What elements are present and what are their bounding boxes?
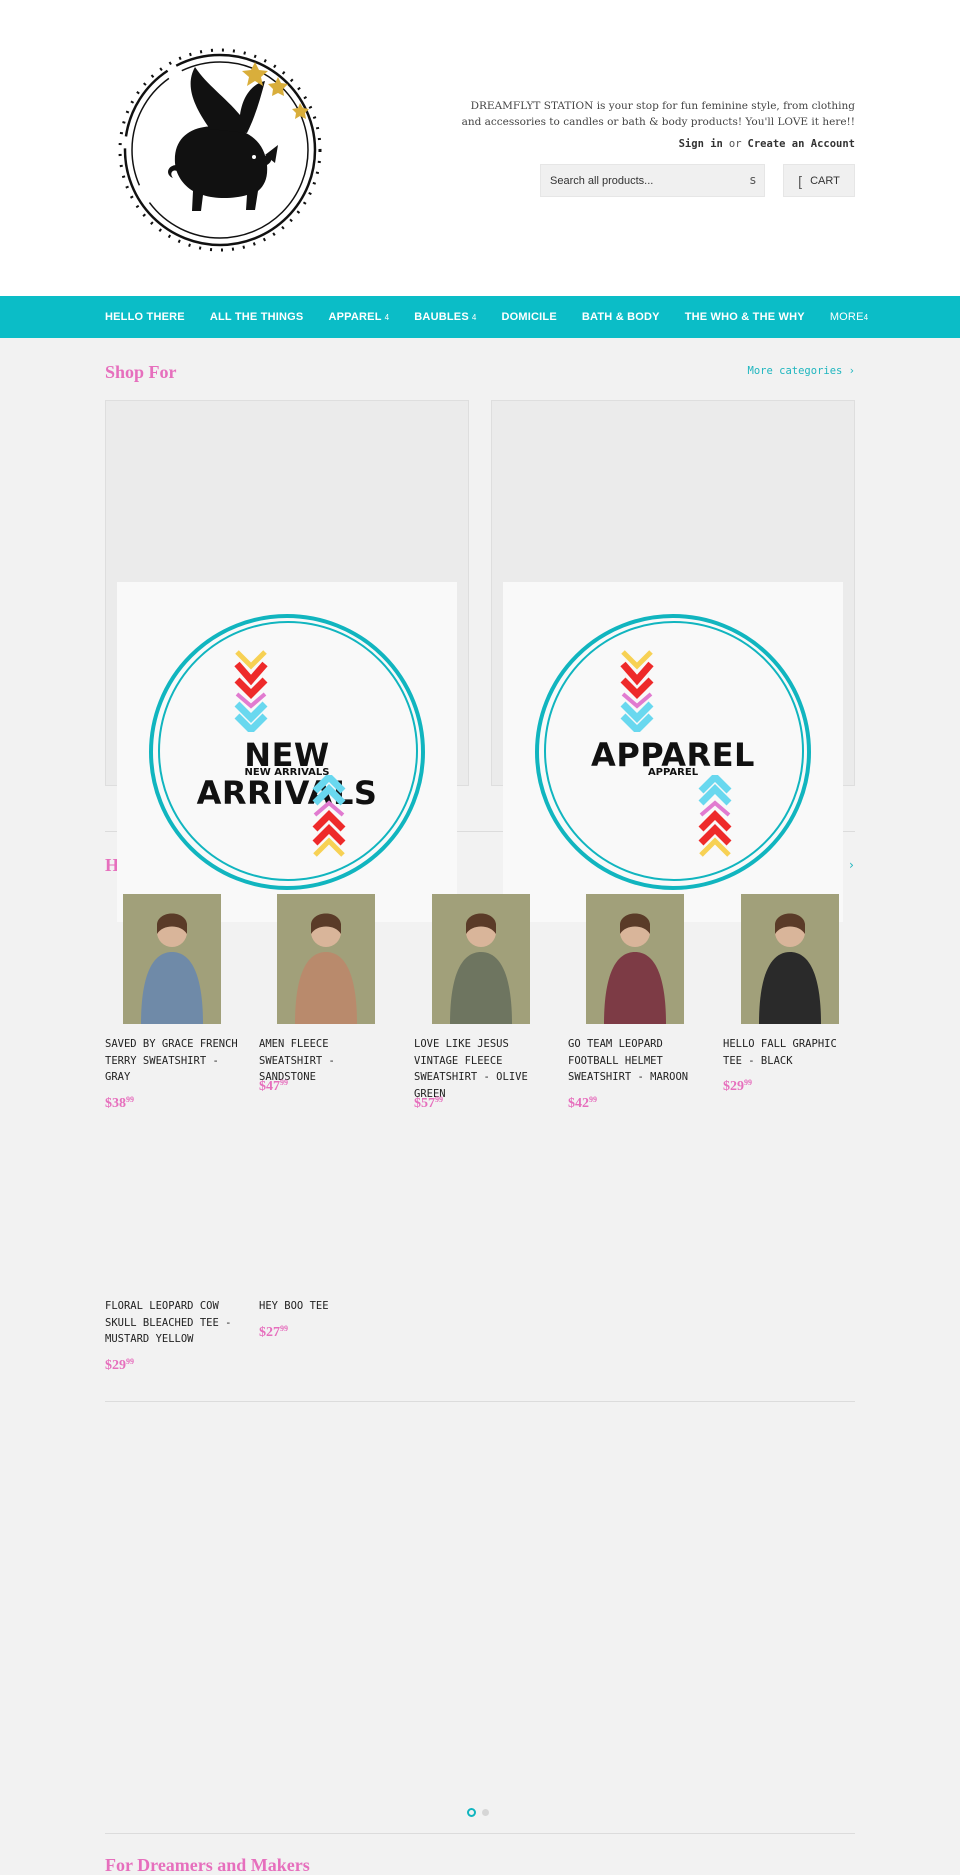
price-cents: 99	[744, 1078, 752, 1087]
price-cents: 99	[280, 1078, 288, 1087]
or-text: or	[728, 138, 742, 150]
category-image-new-arrivals[interactable]: NEW ARRIVALS NEW ARRIVALS	[117, 582, 457, 922]
product-image[interactable]	[741, 894, 839, 1024]
product-price: $5799	[414, 1094, 443, 1112]
product-card[interactable]: SAVED BY GRACE FRENCH TERRY SWEATSHIRT -…	[105, 894, 240, 1111]
price-dollars: $27	[259, 1324, 280, 1340]
dropdown-arrow-icon: 4	[471, 313, 477, 322]
chevron-arrows-icon	[234, 650, 268, 732]
carousel-dot[interactable]	[482, 1809, 489, 1816]
price-dollars: $38	[105, 1095, 126, 1111]
main-nav: HELLO THERE ALL THE THINGS APPAREL 4 BAUBLES…	[0, 296, 960, 338]
nav-item-bath-body[interactable]: BATH & BODY	[582, 311, 660, 323]
product-card[interactable]: FLORAL LEOPARD COW SKULL BLEACHED TEE - …	[105, 1156, 240, 1373]
product-card[interactable]: HELLO FALL GRAPHIC TEE - BLACK $2999	[723, 894, 858, 1094]
dreamers-makers-title: For Dreamers and Makers	[105, 1855, 310, 1875]
product-card[interactable]: LOVE LIKE JESUS VINTAGE FLEECE SWEATSHIR…	[414, 894, 549, 1111]
product-price: $4799	[259, 1078, 288, 1095]
chevron-arrows-icon	[312, 775, 346, 857]
new-arrivals-small-text: NEW ARRIVALS	[244, 767, 330, 778]
product-name[interactable]: GO TEAM LEOPARD FOOTBALL HELMET SWEATSHI…	[568, 1036, 703, 1086]
product-price: $2999	[723, 1078, 752, 1095]
nav-item-apparel[interactable]: APPAREL 4	[328, 311, 389, 323]
new-arrivals-badge: NEW ARRIVALS NEW ARRIVALS	[149, 614, 425, 890]
new-arrivals-big-text: NEW ARRIVALS	[196, 736, 378, 812]
highlights-next-arrow[interactable]: ›	[848, 858, 855, 872]
price-cents: 99	[280, 1323, 288, 1333]
carousel-dots	[467, 1808, 495, 1817]
product-image[interactable]	[123, 894, 221, 1024]
nav-item-domicile[interactable]: DOMICILE	[502, 311, 557, 323]
nav-item-label: ALL THE THINGS	[209, 311, 304, 323]
carousel-dot[interactable]	[467, 1808, 476, 1817]
product-price: $4299	[568, 1094, 597, 1112]
chevron-arrows-icon	[698, 775, 732, 857]
apparel-small-text: APPAREL	[647, 767, 699, 778]
product-image[interactable]	[586, 894, 684, 1024]
more-categories-link[interactable]: More categories ›	[748, 365, 855, 377]
product-card[interactable]: HEY BOO TEE $2799	[259, 1156, 394, 1356]
nav-item-baubles[interactable]: BAUBLES 4	[414, 311, 476, 323]
product-card[interactable]: GO TEAM LEOPARD FOOTBALL HELMET SWEATSHI…	[568, 894, 703, 1111]
nav-item-more[interactable]: MORE4	[830, 311, 868, 323]
product-image[interactable]	[277, 894, 375, 1024]
price-dollars: $29	[723, 1079, 744, 1094]
cart-icon: [	[798, 172, 803, 189]
apparel-badge: APPAREL APPAREL	[535, 614, 811, 890]
nav-item-all-the-things[interactable]: ALL THE THINGS	[210, 311, 304, 323]
nav-item-label: HELLO THERE	[105, 311, 185, 323]
nav-item-label: APPAREL	[328, 311, 382, 323]
site-header: DREAMFLYT STATION is your stop for fun f…	[0, 0, 960, 296]
price-cents: 99	[126, 1356, 134, 1366]
store-tagline: DREAMFLYT STATION is your stop for fun f…	[461, 100, 855, 128]
product-image[interactable]	[432, 894, 530, 1024]
apparel-big-text: APPAREL	[591, 736, 755, 774]
price-dollars: $42	[568, 1095, 589, 1111]
product-price: $2799	[259, 1323, 288, 1341]
nav-item-label: THE WHO & THE WHY	[684, 311, 805, 323]
sign-in-link[interactable]: Sign in	[679, 138, 723, 150]
flying-pig-logo-icon[interactable]	[115, 45, 325, 255]
section-divider	[105, 1401, 855, 1402]
nav-item-the-who-the-why[interactable]: THE WHO & THE WHY	[685, 311, 805, 323]
nav-item-label: BATH & BODY	[581, 311, 660, 323]
nav-item-label: DOMICILE	[501, 311, 557, 323]
search-form: s	[540, 164, 765, 197]
chevron-arrows-icon	[620, 650, 654, 732]
dropdown-arrow-icon: 4	[384, 313, 390, 322]
shop-for-title: Shop For	[105, 362, 177, 382]
product-name[interactable]: LOVE LIKE JESUS VINTAGE FLEECE SWEATSHIR…	[414, 1036, 549, 1102]
price-dollars: $57	[414, 1095, 435, 1111]
nav-item-label: MORE	[829, 311, 864, 323]
product-price: $3899	[105, 1094, 134, 1112]
price-cents: 99	[435, 1094, 443, 1104]
product-card[interactable]: AMEN FLEECE SWEATSHIRT - SANDSTONE $4799	[259, 894, 394, 1094]
account-links: Sign in or Create an Account	[679, 138, 855, 150]
product-name[interactable]: SAVED BY GRACE FRENCH TERRY SWEATSHIRT -…	[105, 1036, 240, 1086]
nav-item-hello-there[interactable]: HELLO THERE	[105, 311, 185, 323]
nav-item-label: BAUBLES	[414, 311, 469, 323]
product-name[interactable]: FLORAL LEOPARD COW SKULL BLEACHED TEE - …	[105, 1298, 240, 1348]
category-image-apparel[interactable]: APPAREL APPAREL	[503, 582, 843, 922]
product-price: $2999	[105, 1356, 134, 1374]
search-input[interactable]	[541, 165, 731, 196]
cart-button[interactable]: [ CART	[783, 164, 855, 197]
product-name[interactable]: HEY BOO TEE	[259, 1298, 394, 1315]
dropdown-arrow-icon: 4	[863, 313, 869, 322]
create-account-link[interactable]: Create an Account	[748, 138, 855, 150]
price-dollars: $29	[105, 1357, 126, 1373]
price-cents: 99	[589, 1094, 597, 1104]
cart-label: CART	[810, 174, 840, 187]
search-icon[interactable]: s	[750, 173, 756, 187]
price-dollars: $47	[259, 1079, 280, 1094]
section-divider	[105, 1833, 855, 1834]
nav-list: HELLO THERE ALL THE THINGS APPAREL 4 BAUBLES…	[105, 296, 893, 338]
price-cents: 99	[126, 1094, 134, 1104]
product-name[interactable]: HELLO FALL GRAPHIC TEE - BLACK	[723, 1036, 858, 1069]
